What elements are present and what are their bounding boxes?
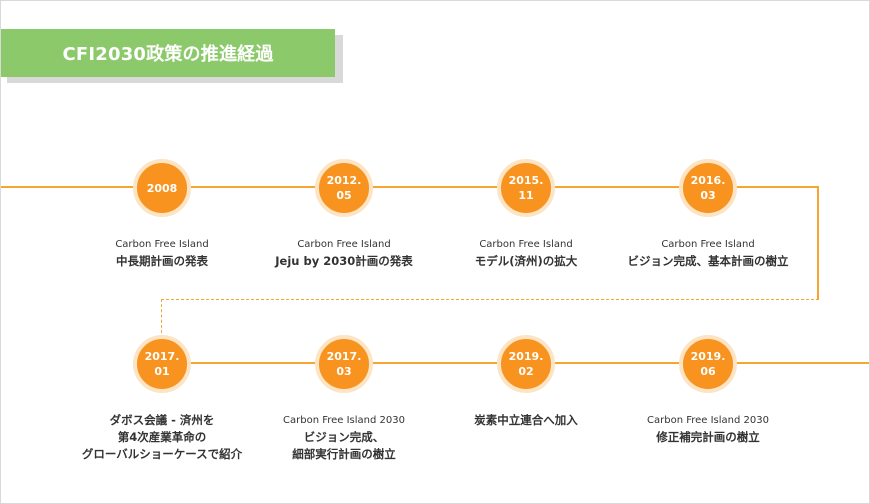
milestone-2012-05: 2012. 05 Carbon Free Island Jeju by 2030… [254,159,434,270]
milestone-caption: ダボス会議 - 済州を 第4次産業革命の グローバルショーケースで紹介 [81,413,243,461]
milestone-caption: Carbon Free Island 2030 修正補完計画の樹立 [647,415,769,444]
date-badge: 2019. 02 [497,335,555,393]
date-badge: 2017. 03 [315,335,373,393]
milestone-caption: Carbon Free Island Jeju by 2030計画の発表 [275,239,413,268]
milestone-2019-02: 2019. 02 炭素中立連合へ加入 [436,335,616,429]
date-badge: 2017. 01 [133,335,191,393]
date-badge: 2008 [133,159,191,217]
milestone-caption: Carbon Free Island ビジョン完成、基本計画の樹立 [627,239,789,268]
milestone-caption: Carbon Free Island モデル(済州)の拡大 [474,239,578,268]
timeline-connector-dashed [161,299,819,300]
date-badge: 2016. 03 [679,159,737,217]
milestone-2016-03: 2016. 03 Carbon Free Island ビジョン完成、基本計画の… [618,159,798,270]
milestone-caption: Carbon Free Island 中長期計画の発表 [115,239,209,268]
milestone-caption: Carbon Free Island 2030 ビジョン完成、 細部実行計画の樹… [283,415,405,461]
milestone-caption: 炭素中立連合へ加入 [474,413,578,427]
date-badge: 2019. 06 [679,335,737,393]
milestone-2017-03: 2017. 03 Carbon Free Island 2030 ビジョン完成、… [254,335,434,463]
date-badge: 2012. 05 [315,159,373,217]
timeline-panel: CFI2030政策の推進経過 2008 Carbon Free Island 中… [0,0,870,504]
milestone-2017-01: 2017. 01 ダボス会議 - 済州を 第4次産業革命の グローバルショーケー… [72,335,252,463]
timeline-connector-right [817,186,819,300]
page-title: CFI2030政策の推進経過 [1,29,335,77]
milestone-2008: 2008 Carbon Free Island 中長期計画の発表 [72,159,252,270]
milestone-2015-11: 2015. 11 Carbon Free Island モデル(済州)の拡大 [436,159,616,270]
milestone-2019-06: 2019. 06 Carbon Free Island 2030 修正補完計画の… [618,335,798,446]
date-badge: 2015. 11 [497,159,555,217]
